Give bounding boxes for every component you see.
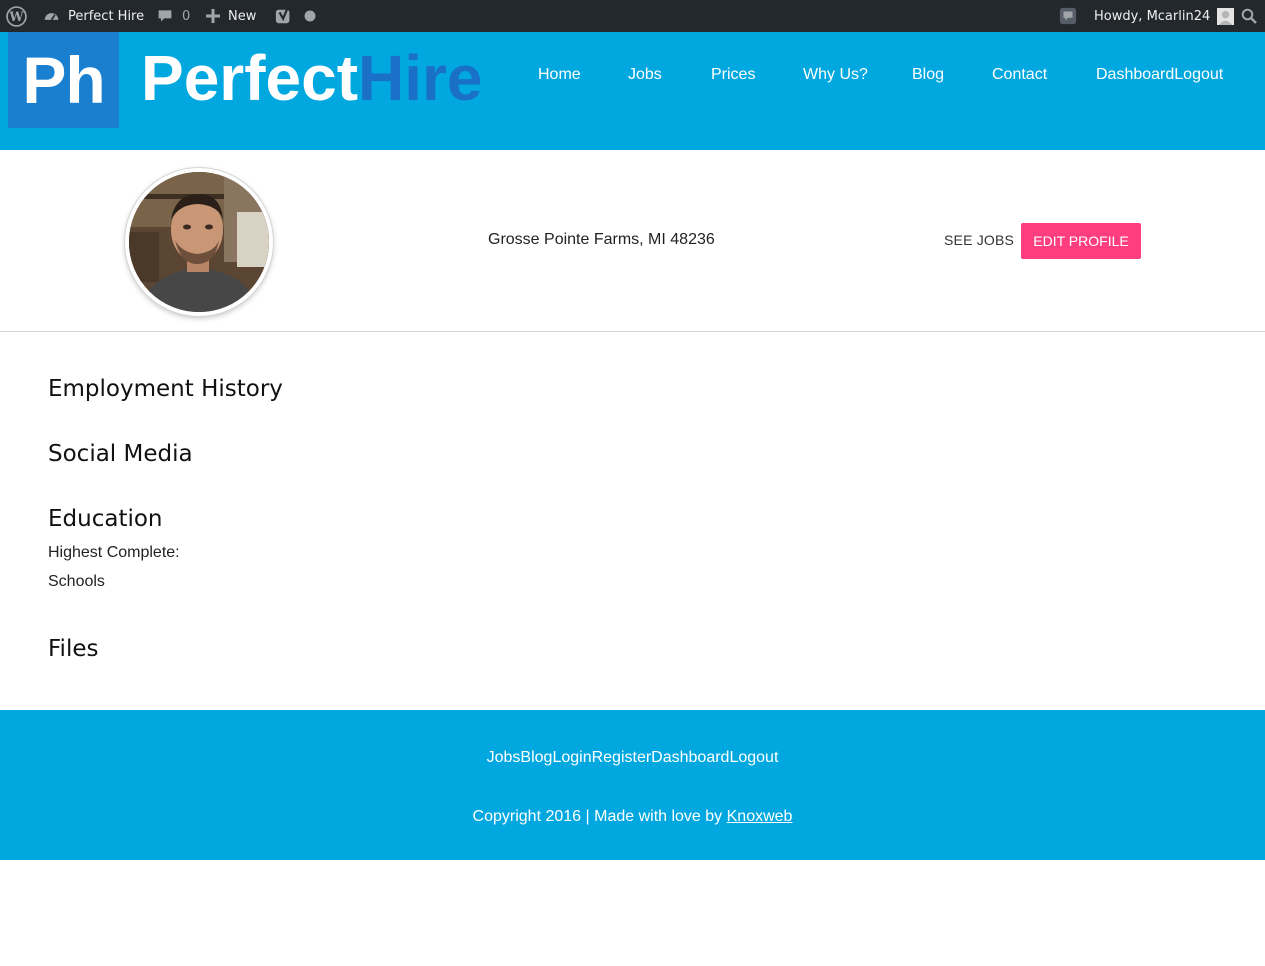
- status-dot[interactable]: [304, 0, 316, 32]
- footer-link-register[interactable]: Register: [592, 749, 652, 766]
- highest-complete-label: Highest Complete:: [48, 544, 180, 561]
- footer-link-jobs[interactable]: Jobs: [487, 749, 521, 766]
- logo-mark-text: Ph: [22, 43, 105, 117]
- site-name-menu[interactable]: Perfect Hire: [43, 0, 144, 32]
- comments-count: 0: [182, 8, 191, 24]
- profile-avatar: [125, 168, 273, 316]
- logo-word-hire: Hire: [358, 42, 483, 114]
- footer-link-dashboard[interactable]: Dashboard: [651, 749, 729, 766]
- wordpress-icon: W: [6, 5, 27, 27]
- nav-dashboard-logout[interactable]: DashboardLogout: [1096, 64, 1223, 86]
- site-name-label: Perfect Hire: [68, 8, 145, 24]
- footer-link-login[interactable]: Login: [552, 749, 591, 766]
- section-divider: [0, 331, 1265, 332]
- yoast-icon: [275, 7, 293, 25]
- nav-prices[interactable]: Prices: [711, 64, 755, 86]
- comments-menu[interactable]: 0: [157, 0, 190, 32]
- yoast-menu[interactable]: [275, 0, 293, 32]
- logo-wordmark[interactable]: PerfectHire: [141, 40, 483, 116]
- site-header: Ph PerfectHire Home Jobs Prices Why Us? …: [0, 32, 1265, 150]
- logo-word-perfect: Perfect: [141, 42, 358, 114]
- profile-location: Grosse Pointe Farms, MI 48236: [488, 231, 715, 248]
- edit-profile-button[interactable]: EDIT PROFILE: [1021, 223, 1141, 259]
- admin-bar: W Perfect Hire 0 New Howdy, Mcarlin24: [0, 0, 1265, 32]
- nav-contact[interactable]: Contact: [992, 64, 1047, 86]
- see-jobs-link[interactable]: SEE JOBS: [944, 232, 1014, 248]
- search-icon: [1241, 8, 1257, 24]
- notification-icon: [1059, 7, 1077, 25]
- nav-blog[interactable]: Blog: [912, 64, 944, 86]
- employment-history-heading: Employment History: [48, 376, 283, 402]
- schools-label: Schools: [48, 573, 105, 590]
- status-dot-icon: [304, 10, 316, 22]
- howdy-label: Howdy, Mcarlin24: [1094, 8, 1211, 24]
- social-media-heading: Social Media: [48, 441, 193, 467]
- copyright-text: Copyright 2016 | Made with love by: [472, 808, 727, 825]
- notifications-menu[interactable]: [1059, 0, 1077, 32]
- site-footer: JobsBlogLoginRegisterDashboardLogout Cop…: [0, 710, 1265, 860]
- avatar-photo: [129, 172, 269, 312]
- admin-search[interactable]: [1241, 0, 1257, 32]
- user-avatar-icon: [1217, 7, 1235, 25]
- nav-jobs[interactable]: Jobs: [628, 64, 662, 86]
- education-heading: Education: [48, 506, 163, 532]
- svg-text:W: W: [8, 9, 24, 24]
- files-heading: Files: [48, 636, 99, 662]
- new-label: New: [228, 8, 257, 24]
- nav-why-us[interactable]: Why Us?: [803, 64, 868, 86]
- my-account-menu[interactable]: Howdy, Mcarlin24: [1094, 0, 1235, 32]
- logo-mark[interactable]: Ph: [8, 32, 119, 128]
- new-content-menu[interactable]: New: [206, 0, 256, 32]
- footer-nav: JobsBlogLoginRegisterDashboardLogout: [0, 749, 1265, 767]
- plus-icon: [206, 9, 220, 23]
- footer-link-blog[interactable]: Blog: [520, 749, 552, 766]
- nav-home[interactable]: Home: [538, 64, 581, 86]
- dashboard-gauge-icon: [43, 8, 60, 25]
- comment-icon: [157, 8, 173, 24]
- copyright: Copyright 2016 | Made with love by Knoxw…: [0, 808, 1265, 826]
- knoxweb-link[interactable]: Knoxweb: [727, 808, 793, 825]
- wordpress-menu[interactable]: W: [6, 0, 27, 32]
- footer-link-logout[interactable]: Logout: [729, 749, 778, 766]
